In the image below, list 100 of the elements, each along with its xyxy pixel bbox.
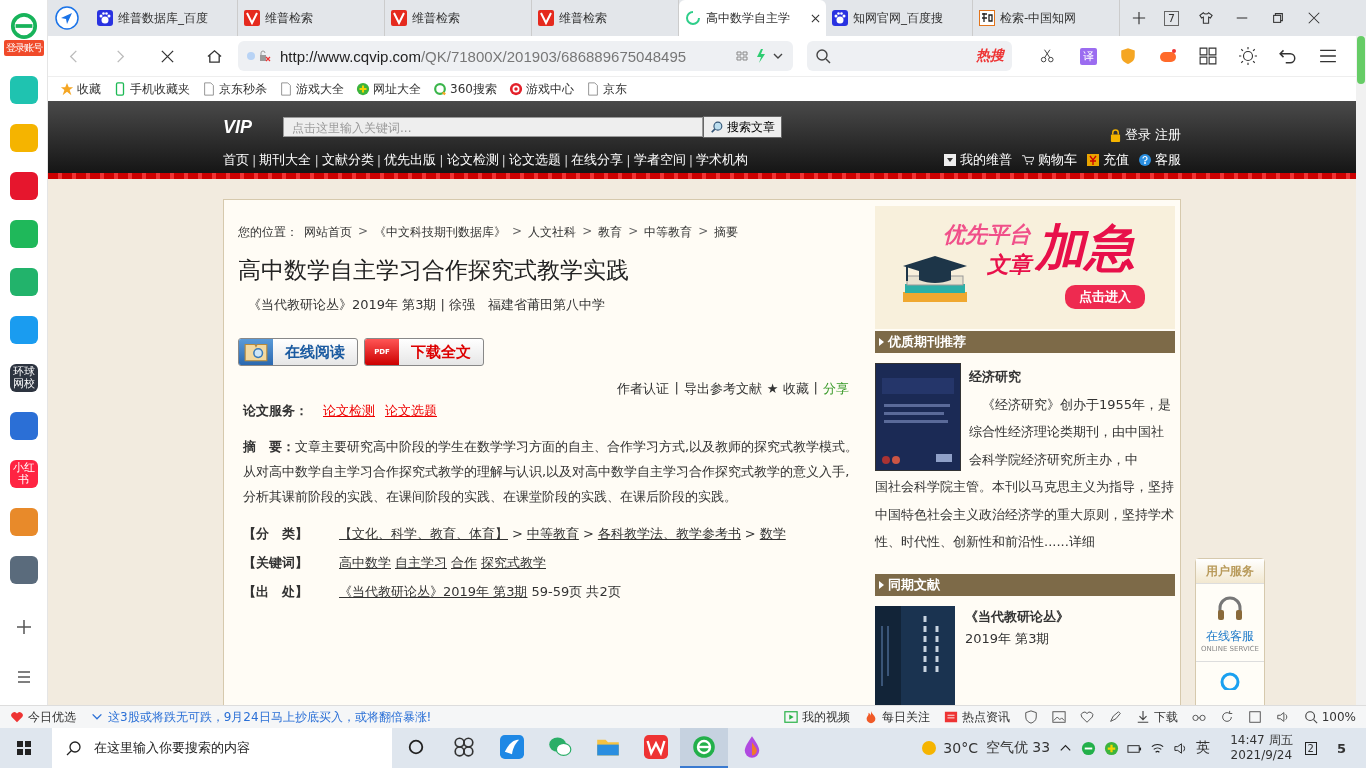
tab-count-button[interactable]: 7 [1164,10,1179,26]
app-icon[interactable] [9,220,38,248]
restore-icon[interactable] [1271,11,1285,25]
bookmark-label[interactable]: 收藏 [77,80,101,98]
read-online-button[interactable]: 在线阅读 [238,338,358,366]
app-icon[interactable] [9,556,38,584]
today-picks-link[interactable]: 今日优选 [10,708,76,726]
app-icon[interactable] [9,316,38,344]
navigation-icon[interactable] [55,6,79,30]
app-icon[interactable] [9,412,38,440]
bookmark-label[interactable]: 网址大全 [373,80,421,98]
action-link[interactable]: 分享 [823,380,849,398]
clock[interactable]: 14:47 周五 2021/9/24 [1230,733,1293,763]
download-link[interactable]: 下载 [1135,708,1178,726]
action-link[interactable]: ★ 收藏 [766,380,809,398]
meta-link[interactable]: 《当代教研论丛》2019年 第3期 [339,577,528,606]
breadcrumb-link[interactable]: 中等教育 [644,224,693,241]
air-quality-label[interactable]: 空气优 33 [985,739,1051,757]
bookmark-link[interactable]: 游戏中心 [508,80,574,98]
meta-link[interactable]: 中等教育 [526,519,579,548]
browser-tab[interactable]: 维普检索 [238,0,385,36]
home-icon[interactable] [207,48,222,64]
meta-link[interactable]: 【文化、科学、教育、体育】 [339,519,508,548]
bookmark-label[interactable]: 游戏大全 [296,80,344,98]
breadcrumb-link[interactable]: 人文社科 [528,224,577,241]
enter-button[interactable]: 点击进入 [1065,285,1145,309]
user-link[interactable]: 我的维普 [944,151,1012,169]
service-link[interactable]: 论文选题 [385,402,437,420]
security-icon[interactable] [246,50,272,62]
bookmark-label[interactable]: 360搜索 [450,80,497,98]
list-icon[interactable] [15,669,32,685]
site-logo[interactable]: VIP [223,116,283,138]
nav-link[interactable]: 优先出版 [384,151,437,169]
status-link[interactable]: 每日关注 [863,708,930,726]
tray-plus-icon[interactable] [1104,740,1120,756]
app-icon[interactable]: 环球网校 [9,364,38,392]
notification-button[interactable]: 2 [1304,741,1317,755]
nav-link[interactable]: 文献分类 [321,151,374,169]
meta-link[interactable]: 数学 [759,519,786,548]
bookmark-label[interactable]: 游戏中心 [525,80,574,98]
browser-tab[interactable]: 检索-中国知网 [973,0,1120,36]
add-icon[interactable] [15,619,32,635]
search-field[interactable]: 热搜 [807,41,1012,71]
meta-link[interactable]: 高中数学 [339,548,391,577]
user-link-label[interactable]: 我的维普 [960,151,1012,169]
app-icon[interactable]: 小红书 [9,460,38,488]
nav-link[interactable]: 首页 [223,151,249,169]
refresh-icon[interactable] [1219,710,1234,724]
breadcrumb-link[interactable]: 摘要 [714,224,739,241]
windows-start-icon[interactable] [16,740,32,756]
app-icon[interactable] [9,508,38,536]
bookmark-link[interactable]: 手机收藏夹 [113,80,190,98]
chat-icon[interactable] [1220,670,1240,690]
login-account-link[interactable]: 登录账号 [3,40,44,56]
nav-link[interactable]: 学术机构 [696,151,749,169]
nav-link[interactable]: 论文选题 [508,151,561,169]
close-tab-icon[interactable] [811,13,820,23]
input-method-label[interactable]: 英 [1196,739,1211,757]
user-link[interactable]: 充值 [1087,151,1129,169]
apps-grid-icon[interactable] [1199,47,1217,65]
notification-count-badge[interactable]: 5 [1336,740,1346,756]
journal-name[interactable]: 经济研究 [969,363,1175,391]
user-link[interactable]: 购物车 [1022,151,1077,169]
speaker-icon[interactable] [1275,710,1290,724]
address-field[interactable]: http://www.cqvip.com/QK/71800X/201903/686889675048495 [238,41,793,71]
action-link[interactable]: 作者认证 [617,380,670,398]
register-link[interactable]: 注册 [1155,126,1181,144]
taskbar-app[interactable] [680,728,728,768]
shirt-icon[interactable] [1199,11,1213,25]
status-link[interactable]: 热点资讯 [943,708,1010,726]
browser-tab[interactable]: 高中数学自主学 [679,0,826,36]
brightness-icon[interactable] [1239,47,1257,65]
bookmark-link[interactable]: 游戏大全 [279,80,344,98]
meta-link[interactable]: 探究式教学 [481,548,546,577]
bookmark-link[interactable]: 京东 [585,80,627,98]
meta-link[interactable]: 自主学习 [395,548,447,577]
temperature-label[interactable]: 30°C [943,740,978,756]
heart-icon[interactable] [1079,710,1094,724]
nav-link[interactable]: 论文检测 [446,151,499,169]
app-icon[interactable] [9,172,38,200]
app-icon[interactable] [9,268,38,296]
taskbar-search-field[interactable]: 在这里输入你要搜索的内容 [52,728,392,768]
scrollbar[interactable] [1356,36,1366,705]
browser-tab[interactable]: 维普检索 [385,0,532,36]
login-link[interactable]: 登录 [1125,126,1151,144]
new-tab-icon[interactable] [1132,11,1146,25]
bookmark-link[interactable]: 360搜索 [433,80,497,98]
bookmark-link[interactable]: 网址大全 [356,80,421,98]
browser-tab[interactable]: 维普检索 [532,0,679,36]
service-link[interactable]: 论文检测 [323,402,375,420]
bookmark-link[interactable]: 京东秒杀 [202,80,267,98]
nav-link[interactable]: 在线分享 [571,151,624,169]
journal-name[interactable]: 《当代教研论丛》 [965,606,1069,628]
meta-link[interactable]: 合作 [451,548,477,577]
user-link-label[interactable]: 充值 [1103,151,1129,169]
hot-search-label[interactable]: 热搜 [976,47,1004,65]
user-link-label[interactable]: 客服 [1155,151,1181,169]
nav-link[interactable]: 期刊大全 [259,151,312,169]
menu-icon[interactable] [1319,47,1337,65]
search-articles-button[interactable]: 搜索文章 [703,116,782,138]
